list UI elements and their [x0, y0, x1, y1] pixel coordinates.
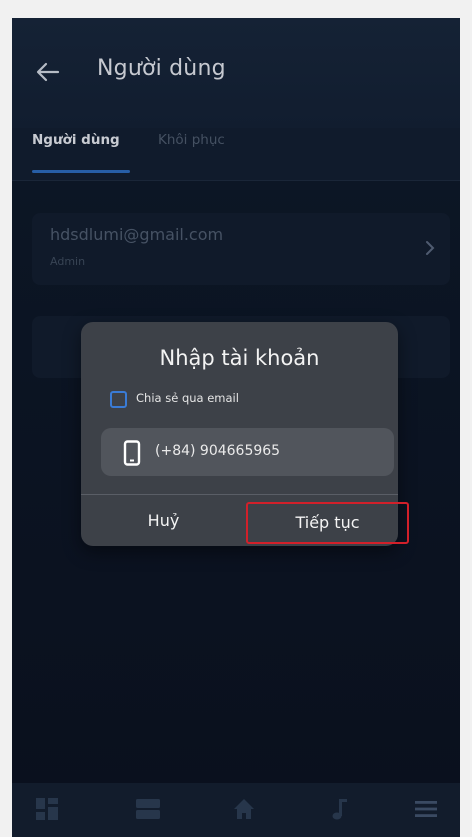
continue-button[interactable]: Tiếp tục [246, 502, 409, 544]
app-screen: Người dùng Người dùng Khôi phục hdsdlumi… [12, 18, 460, 837]
rooms-icon[interactable] [134, 795, 162, 823]
phone-input[interactable]: (+84) 904665965 [101, 428, 394, 476]
dashboard-icon[interactable] [33, 795, 61, 823]
dialog-title: Nhập tài khoản [159, 346, 320, 370]
share-email-label[interactable]: Chia sẻ qua email [136, 391, 239, 405]
home-icon[interactable] [230, 795, 258, 823]
phone-icon [123, 440, 141, 466]
enter-account-dialog: Nhập tài khoản Chia sẻ qua email (+84) 9… [81, 322, 409, 546]
cancel-button[interactable]: Huỷ [81, 495, 246, 546]
phone-value: (+84) 904665965 [155, 443, 281, 459]
menu-icon[interactable] [412, 795, 440, 823]
music-icon[interactable] [325, 795, 353, 823]
bottom-nav [12, 783, 460, 837]
share-email-checkbox[interactable] [110, 391, 127, 408]
